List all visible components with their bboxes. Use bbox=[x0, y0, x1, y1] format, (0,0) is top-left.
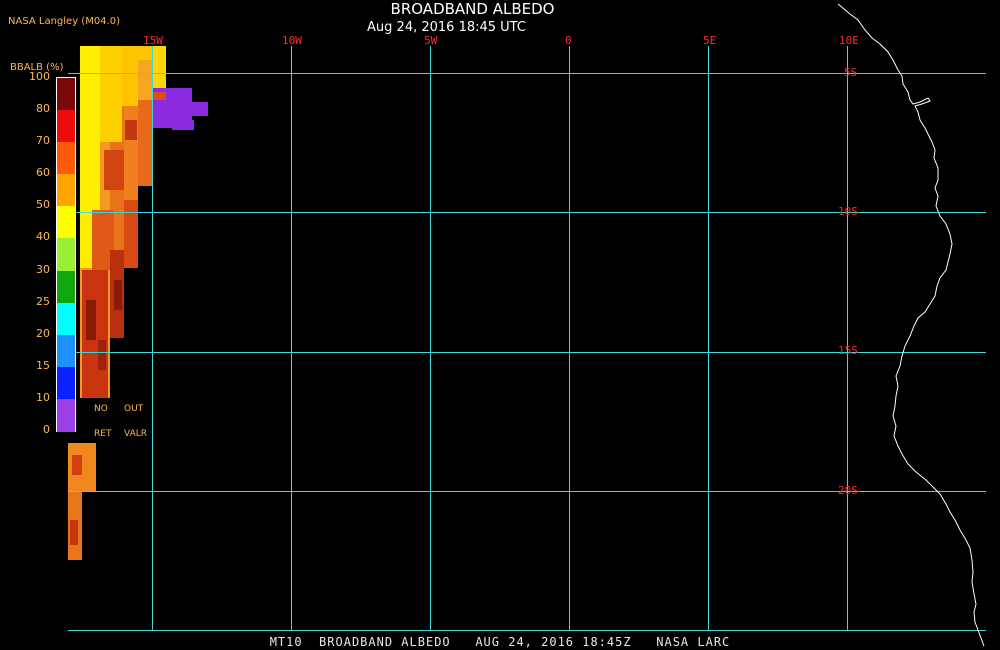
data-swath bbox=[125, 120, 137, 140]
data-swath bbox=[98, 340, 106, 370]
albedo-data-layer bbox=[68, 46, 208, 560]
data-swath bbox=[152, 46, 166, 92]
legend-swatch bbox=[57, 270, 75, 304]
legend-swatch bbox=[57, 142, 75, 176]
legend-tick-label: 20 bbox=[36, 326, 50, 340]
lon-label-5e: 5E bbox=[703, 34, 717, 47]
legend-swatch bbox=[57, 174, 75, 208]
data-swath bbox=[138, 100, 152, 186]
legend-tick-label: 60 bbox=[36, 166, 50, 180]
data-swath bbox=[138, 60, 152, 100]
lon-label-10e: 10E bbox=[839, 34, 859, 47]
data-swath bbox=[70, 520, 78, 545]
lat-label-20s: 20S bbox=[838, 484, 858, 497]
color-legend-bar bbox=[56, 77, 76, 432]
legend-swatch bbox=[57, 110, 75, 144]
legend-swatch bbox=[57, 366, 75, 400]
legend-tick-label: 30 bbox=[36, 262, 50, 276]
lat-label-10s: 10S bbox=[838, 205, 858, 218]
legend-swatch bbox=[57, 398, 75, 432]
legend-tick-label: 100 bbox=[29, 70, 50, 83]
lon-label-15w: 15W bbox=[143, 34, 163, 47]
legend-tick-label: 10 bbox=[36, 390, 50, 404]
lat-label-5s: 5S bbox=[844, 66, 858, 79]
lon-label-5w: 5W bbox=[424, 34, 438, 47]
legend-tick-label: 70 bbox=[36, 134, 50, 148]
legend-no-ret-label: NO bbox=[94, 404, 108, 414]
footer-caption: MT10 BROADBAND ALBEDO AUG 24, 2016 18:45… bbox=[269, 635, 731, 649]
map-canvas bbox=[68, 3, 986, 647]
lon-label-10w: 10W bbox=[282, 34, 302, 47]
legend-tick-label: 80 bbox=[36, 102, 50, 116]
legend-tick-label: 25 bbox=[36, 294, 50, 308]
data-swath bbox=[104, 150, 124, 190]
legend-swatch bbox=[57, 302, 75, 336]
legend-no-ret-label: RET bbox=[94, 429, 112, 439]
data-swath bbox=[100, 46, 122, 142]
legend-swatch bbox=[57, 206, 75, 240]
coastline bbox=[837, 3, 985, 647]
legend-tick-label: 0 bbox=[43, 423, 50, 436]
lon-label-0: 0 bbox=[565, 34, 572, 47]
legend-out-valr-label: OUT bbox=[124, 404, 144, 414]
out-of-range-region bbox=[165, 102, 208, 116]
data-swath bbox=[86, 300, 96, 340]
lat-lon-grid bbox=[68, 46, 986, 631]
data-swath bbox=[114, 280, 122, 310]
legend-tick-label: 50 bbox=[36, 198, 50, 212]
out-of-range-region bbox=[152, 92, 166, 100]
legend-tick-label: 40 bbox=[36, 230, 50, 244]
data-swath bbox=[72, 455, 82, 475]
legend-swatch bbox=[57, 238, 75, 272]
lat-label-15s: 15S bbox=[838, 344, 858, 357]
legend-tick-label: 15 bbox=[36, 358, 50, 372]
legend-swatch bbox=[57, 78, 75, 111]
out-of-range-region bbox=[172, 120, 194, 130]
legend-out-valr-label: VALR bbox=[124, 429, 148, 439]
legend-swatch bbox=[57, 334, 75, 368]
data-swath bbox=[124, 200, 138, 268]
